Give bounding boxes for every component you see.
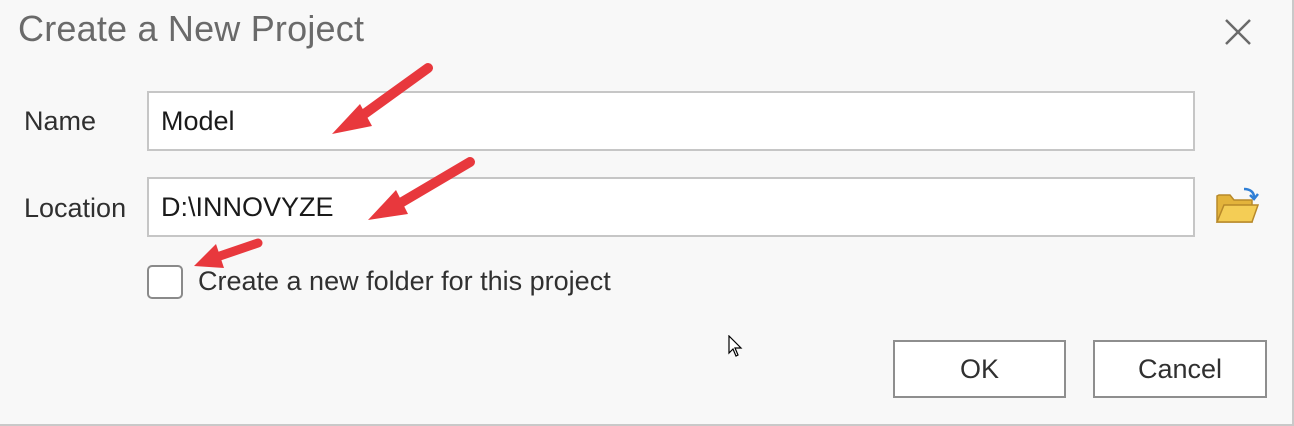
name-label: Name: [24, 106, 97, 136]
close-icon: [1225, 19, 1251, 45]
create-project-dialog: Create a New Project Name Location Creat…: [0, 0, 1294, 426]
close-button[interactable]: [1218, 12, 1258, 52]
mouse-cursor-icon: [728, 335, 743, 357]
new-folder-checkbox[interactable]: [147, 265, 183, 299]
folder-open-icon: [1215, 187, 1260, 223]
location-label: Location: [24, 193, 127, 223]
new-folder-checkbox-label: Create a new folder for this project: [198, 266, 611, 296]
ok-button[interactable]: OK: [893, 340, 1066, 398]
dialog-title: Create a New Project: [18, 8, 365, 49]
cancel-button[interactable]: Cancel: [1093, 340, 1267, 398]
location-field[interactable]: [147, 177, 1195, 237]
name-field[interactable]: [147, 91, 1195, 151]
arrow-checkbox: [194, 238, 263, 268]
browse-folder-button[interactable]: [1214, 186, 1260, 226]
